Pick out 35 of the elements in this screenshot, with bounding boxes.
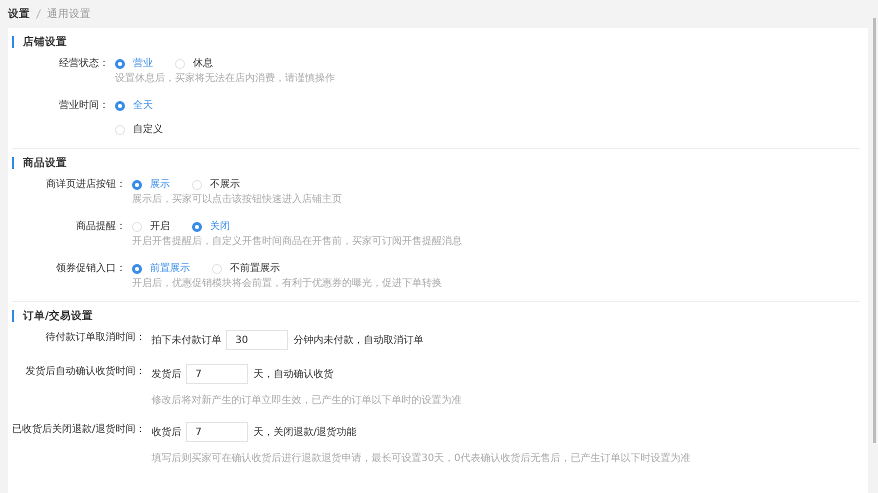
field-label: 发货后自动确认收货时间：: [24, 364, 146, 379]
field-label: 待付款订单取消时间：: [44, 330, 146, 345]
radio-option[interactable]: 开启: [132, 219, 170, 235]
field-prefix: 拍下未付款订单: [151, 334, 222, 347]
field-label: 经营状态：: [58, 56, 110, 71]
field-label: 营业时间：: [58, 98, 110, 113]
number-input[interactable]: 7: [186, 364, 248, 384]
hint-text: 展示后，买家可以点击该按钮快速进入店铺主页: [132, 193, 343, 207]
radio-option[interactable]: 自定义: [115, 122, 860, 138]
number-input[interactable]: 30: [226, 330, 288, 350]
field-suffix: 分钟内未付款，自动取消订单: [293, 334, 424, 347]
number-input[interactable]: 7: [186, 422, 248, 442]
field-prefix: 收货后: [151, 426, 182, 439]
breadcrumb-item[interactable]: 设置: [8, 7, 30, 21]
field-label: 商品提醒：: [75, 220, 127, 234]
field-prefix: 发货后: [151, 368, 182, 381]
hint-text: 修改后将对新产生的订单立即生效，已产生的订单以下单时的设置为准: [151, 394, 462, 408]
breadcrumb-item: 通用设置: [47, 7, 91, 21]
radio-option[interactable]: 休息: [175, 56, 213, 72]
radio-option[interactable]: 不前置展示: [212, 261, 280, 277]
field-label: 已收货后关闭退款/退货时间：: [12, 422, 146, 437]
breadcrumb-separator-icon: [36, 9, 41, 19]
hint-text: 开启开售提醒后，自定义开售时间商品在开售前，买家可订阅开售提醒消息: [132, 235, 463, 249]
field-label: 商详页进店按钮：: [46, 178, 127, 192]
radio-option[interactable]: 不展示: [192, 177, 240, 193]
field-label: 领券促销入口：: [55, 262, 127, 276]
scrollbar-thumb[interactable]: [873, 18, 876, 443]
hint-text: 填写后则买家可在确认收货后进行退款退货申请，最长可设置30天，0代表确认收货后无售后，已产生订单以下时设置为准: [151, 452, 692, 466]
section-title: 店铺设置: [12, 36, 860, 48]
section-title: 商品设置: [12, 157, 860, 169]
hint-text: 开启后，优惠促销模块将会前置，有利于优惠券的曝光，促进下单转换: [132, 277, 443, 291]
hint-text: 设置休息后，买家将无法在店内消费，请谨慎操作: [115, 72, 336, 86]
field-suffix: 天，关闭退款/退货功能: [253, 426, 357, 439]
field-suffix: 天，自动确认收货: [253, 368, 334, 381]
section-title: 订单/交易设置: [12, 310, 860, 322]
